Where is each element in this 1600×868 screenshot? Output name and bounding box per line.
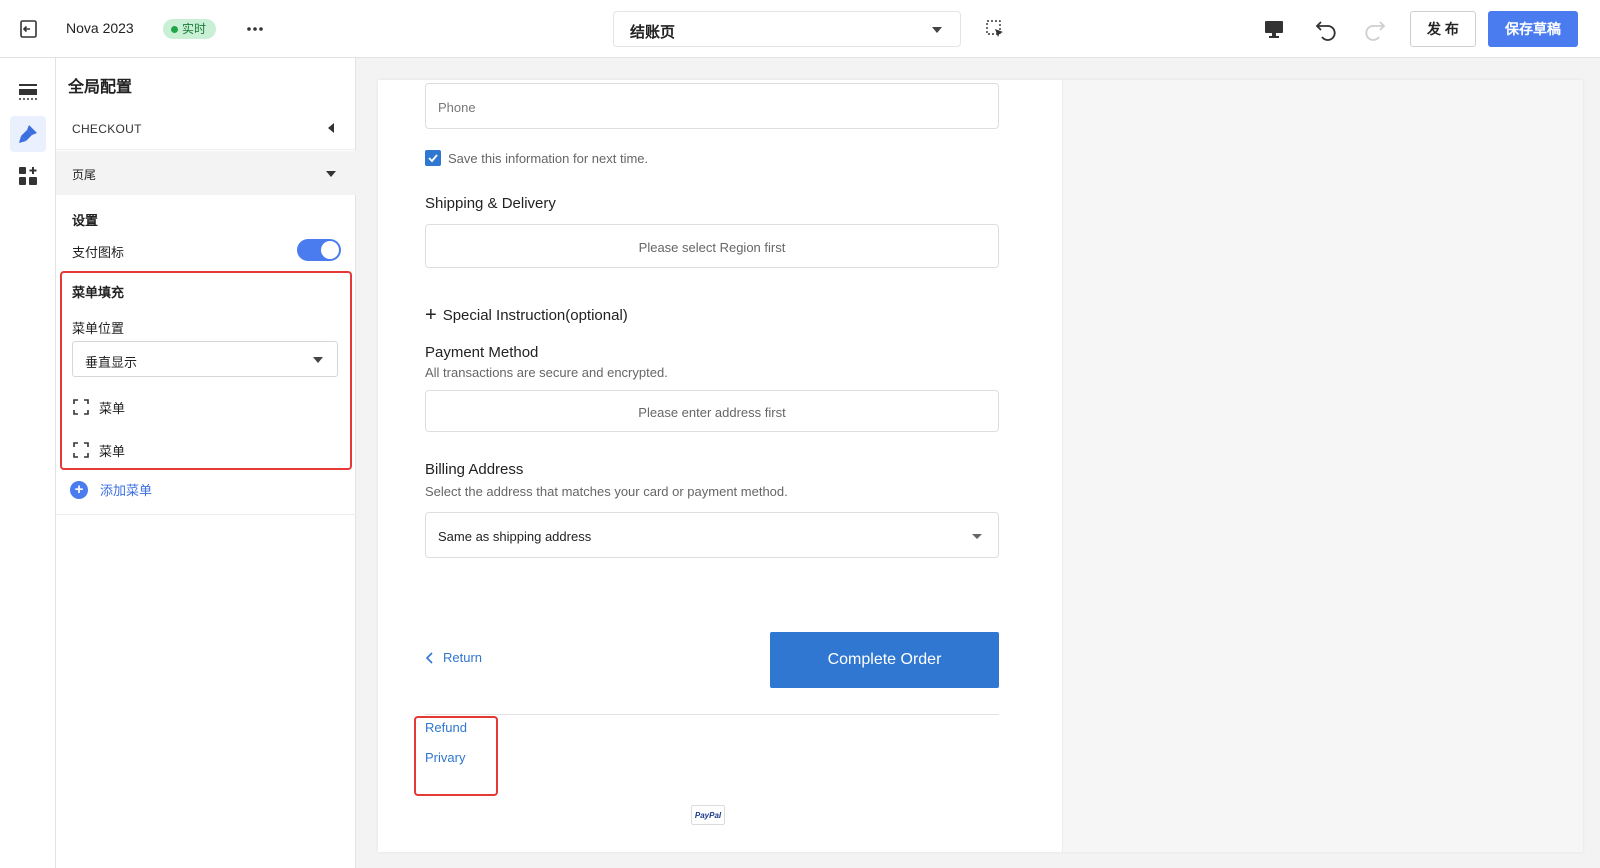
- redo-icon[interactable]: [1362, 16, 1388, 42]
- chevron-down-icon: [326, 171, 336, 177]
- payment-subtitle: All transactions are secure and encrypte…: [425, 365, 668, 380]
- chevron-down-icon: [972, 534, 982, 539]
- footer-link-privacy[interactable]: Privary: [425, 750, 465, 765]
- rail-item-sections[interactable]: [10, 74, 46, 110]
- menu-position-label: 菜单位置: [72, 321, 125, 336]
- select-element-icon[interactable]: [984, 18, 1006, 40]
- shipping-method-box: Please select Region first: [425, 224, 999, 268]
- special-instruction-label: Special Instruction(optional): [442, 306, 628, 324]
- page-selector[interactable]: 结账页: [613, 11, 961, 47]
- menu-position-value: 垂直显示: [85, 355, 138, 370]
- apps-add-icon: [19, 167, 37, 185]
- status-badge-label: 实时: [182, 22, 207, 36]
- menu-item-2[interactable]: 菜单: [72, 440, 125, 460]
- order-summary-area: [1062, 80, 1583, 852]
- status-badge: 实时: [163, 19, 217, 39]
- special-instruction-toggle[interactable]: + Special Instruction(optional): [425, 305, 628, 325]
- rail-item-apps[interactable]: [10, 158, 46, 194]
- settings-panel: 全局配置 CHECKOUT 页尾 设置 支付图标 菜单填充 菜单位置 垂直显示 …: [56, 58, 356, 868]
- complete-order-button[interactable]: Complete Order: [770, 632, 999, 688]
- payment-notice: Please enter address first: [638, 405, 786, 420]
- check-icon: [428, 154, 438, 163]
- rail-item-theme-settings[interactable]: [10, 116, 46, 152]
- menu-item-label: 菜单: [99, 400, 126, 416]
- chevron-left-icon: [425, 651, 433, 664]
- menu-item-1[interactable]: 菜单: [72, 397, 125, 417]
- footer-divider: [425, 714, 999, 715]
- panel-title: 全局配置: [68, 79, 133, 96]
- menu-placeholder-icon: [73, 399, 89, 415]
- billing-heading: Billing Address: [425, 461, 524, 478]
- app-title: Nova 2023: [66, 20, 134, 36]
- shipping-notice: Please select Region first: [638, 240, 786, 255]
- payment-heading: Payment Method: [425, 344, 539, 361]
- save-info-label: Save this information for next time.: [448, 151, 649, 166]
- save-info-checkbox[interactable]: [425, 150, 441, 166]
- menu-placeholder-icon: [73, 442, 89, 458]
- brush-icon: [19, 125, 37, 143]
- more-icon[interactable]: [244, 18, 266, 40]
- chevron-down-icon: [313, 357, 323, 363]
- payment-method-box: Please enter address first: [425, 390, 999, 432]
- phone-input[interactable]: Phone: [425, 83, 999, 129]
- chevron-down-icon: [932, 27, 942, 33]
- menu-fill-heading: 菜单填充: [72, 285, 125, 300]
- group-footer-label: 页尾: [72, 168, 97, 182]
- billing-address-value: Same as shipping address: [438, 529, 592, 544]
- publish-button[interactable]: 发 布: [1410, 11, 1476, 47]
- payment-icons-label: 支付图标: [72, 245, 125, 260]
- exit-icon[interactable]: [18, 18, 40, 40]
- icon-rail: [0, 58, 56, 868]
- plus-circle-icon: +: [70, 480, 88, 499]
- add-menu-button[interactable]: + 添加菜单: [70, 480, 152, 499]
- page-selector-value: 结账页: [630, 24, 676, 41]
- live-dot-icon: [171, 25, 178, 33]
- shipping-heading: Shipping & Delivery: [425, 195, 556, 212]
- settings-heading: 设置: [72, 213, 99, 228]
- desktop-icon[interactable]: [1262, 17, 1286, 41]
- phone-placeholder: Phone: [438, 100, 476, 115]
- divider: [56, 514, 356, 515]
- menu-position-select[interactable]: 垂直显示: [72, 341, 338, 377]
- return-link[interactable]: Return: [425, 650, 482, 665]
- undo-icon[interactable]: [1313, 16, 1339, 42]
- save-draft-button[interactable]: 保存草稿: [1488, 11, 1578, 47]
- checkout-preview: Phone Save this information for next tim…: [378, 80, 1583, 852]
- add-menu-label: 添加菜单: [100, 483, 153, 498]
- return-label: Return: [443, 650, 483, 665]
- paypal-icon: PayPal: [691, 805, 725, 825]
- section-checkout[interactable]: CHECKOUT: [56, 106, 356, 150]
- plus-icon: +: [425, 304, 437, 326]
- payment-icons-toggle[interactable]: [297, 239, 341, 261]
- billing-subtitle: Select the address that matches your car…: [425, 484, 788, 499]
- sections-icon: [19, 84, 37, 100]
- toggle-knob: [321, 241, 339, 259]
- chevron-left-icon: [328, 123, 334, 133]
- top-bar: Nova 2023 实时 结账页 发 布 保存草稿: [0, 0, 1600, 58]
- menu-item-label: 菜单: [99, 443, 126, 459]
- section-checkout-label: CHECKOUT: [72, 122, 142, 136]
- group-footer[interactable]: 页尾: [56, 151, 356, 195]
- billing-address-select[interactable]: Same as shipping address: [425, 512, 999, 558]
- footer-link-refund[interactable]: Refund: [425, 720, 467, 735]
